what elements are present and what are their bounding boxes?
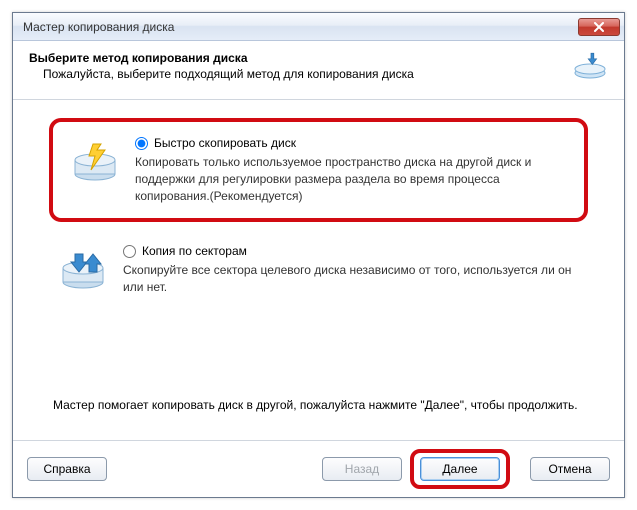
option-fast-description: Копировать только используемое пространс…	[135, 154, 566, 204]
close-button[interactable]	[578, 18, 620, 36]
wizard-window: Мастер копирования диска Выберите метод …	[12, 12, 625, 498]
option-fast-body: Быстро скопировать диск Копировать тольк…	[135, 136, 566, 204]
wizard-footer: Справка Назад Далее Отмена	[13, 440, 624, 497]
option-sector-radio-row: Копия по секторам	[123, 244, 578, 258]
close-icon	[593, 22, 605, 32]
wizard-header: Выберите метод копирования диска Пожалуй…	[13, 41, 624, 100]
page-subtitle: Пожалуйста, выберите подходящий метод дл…	[29, 67, 564, 81]
radio-fast-copy[interactable]	[135, 137, 148, 150]
radio-fast-label[interactable]: Быстро скопировать диск	[154, 136, 296, 150]
window-title: Мастер копирования диска	[23, 20, 578, 34]
next-button[interactable]: Далее	[420, 457, 500, 481]
fast-copy-disk-icon	[71, 136, 119, 184]
option-fast-radio-row: Быстро скопировать диск	[135, 136, 566, 150]
option-fast-copy: Быстро скопировать диск Копировать тольк…	[49, 118, 588, 222]
back-button[interactable]: Назад	[322, 457, 402, 481]
sector-copy-disk-icon	[59, 244, 107, 292]
disk-copy-icon	[572, 51, 608, 87]
page-title: Выберите метод копирования диска	[29, 51, 564, 65]
header-text: Выберите метод копирования диска Пожалуй…	[29, 51, 564, 81]
titlebar: Мастер копирования диска	[13, 13, 624, 41]
option-sector-copy: Копия по секторам Скопируйте все сектора…	[41, 230, 596, 310]
option-sector-description: Скопируйте все сектора целевого диска не…	[123, 262, 578, 296]
next-button-highlight: Далее	[410, 449, 510, 489]
wizard-content: Быстро скопировать диск Копировать тольк…	[13, 100, 624, 440]
help-button[interactable]: Справка	[27, 457, 107, 481]
cancel-button[interactable]: Отмена	[530, 457, 610, 481]
option-sector-body: Копия по секторам Скопируйте все сектора…	[123, 244, 578, 296]
wizard-hint: Мастер помогает копировать диск в другой…	[41, 380, 596, 432]
radio-sector-copy[interactable]	[123, 245, 136, 258]
radio-sector-label[interactable]: Копия по секторам	[142, 244, 247, 258]
